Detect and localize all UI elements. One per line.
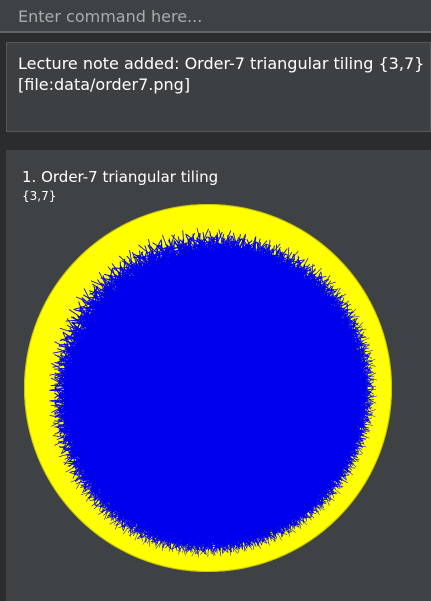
command-box [0,0,431,33]
note-index: 1. [22,168,36,186]
note-title: 1. Order-7 triangular tiling [22,168,218,186]
order-7-triangular-tiling-image [24,204,392,572]
command-input[interactable] [18,5,418,27]
result-message: Lecture note added: Order-7 triangular t… [18,53,426,95]
result-display[interactable]: Lecture note added: Order-7 triangular t… [6,42,431,132]
note-title-text: Order-7 triangular tiling [41,168,218,186]
lecture-note-list[interactable]: 1. Order-7 triangular tiling {3,7} [6,150,431,601]
